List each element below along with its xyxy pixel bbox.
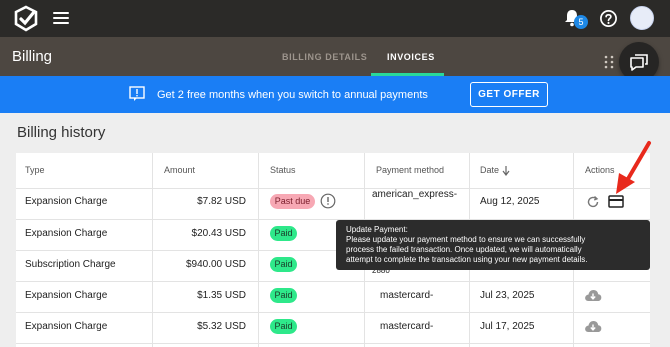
tooltip-line: attempt to complete the transaction usin… [346,255,588,264]
row-2-type: Expansion Charge [25,228,108,239]
download-icon[interactable] [584,320,602,333]
column-header-actions: Actions [585,165,615,175]
row-5-payment-method: mastercard- [380,321,434,332]
row-4-amount: $1.35 USD [197,290,246,301]
row-5-date: Jul 17, 2025 [480,321,535,332]
row-1-type: Expansion Charge [25,196,108,207]
status-badge-paid: Paid [270,288,297,303]
column-header-date[interactable]: Date [480,153,499,188]
get-offer-button[interactable]: GET OFFER [470,82,548,107]
column-header-status[interactable]: Status [270,153,296,188]
status-badge-past-due: Past due [270,194,315,209]
promo-text: Get 2 free months when you switch to ann… [157,89,428,101]
help-circle-icon[interactable] [599,9,618,28]
red-arrow-annotation [616,141,651,194]
row-5-amount: $5.32 USD [197,321,246,332]
row-3-type: Subscription Charge [25,259,116,270]
grid-dots-icon[interactable] [604,55,614,69]
status-badge-paid: Paid [270,226,297,241]
tooltip-title: Update Payment: [346,225,408,234]
row-4-payment-method: mastercard- [380,290,434,301]
status-badge-paid: Paid [270,319,297,334]
top-bar: 5 [0,0,670,37]
row-1-amount: $7.82 USD [197,196,246,207]
status-badge-paid: Paid [270,257,297,272]
row-5-type: Expansion Charge [25,321,108,332]
credit-card-icon[interactable] [608,195,624,208]
warning-circle-icon[interactable] [320,193,336,209]
tooltip-line: Please update your payment method to ens… [346,235,586,244]
billing-header: Billing BILLING DETAILS INVOICES [0,37,670,76]
tab-billing-details[interactable]: BILLING DETAILS [282,52,367,62]
hamburger-icon[interactable] [53,12,69,25]
chat-icon [630,54,648,71]
column-header-type[interactable]: Type [25,153,45,188]
row-1-date: Aug 12, 2025 [480,196,540,207]
page-title: Billing [12,48,53,65]
row-4-type: Expansion Charge [25,290,108,301]
checkmark-logo-icon[interactable] [12,5,40,33]
row-3-amount: $940.00 USD [185,259,246,270]
section-title: Billing history [17,124,106,141]
tooltip-line: process the failed transaction. Once upd… [346,245,582,254]
column-header-amount[interactable]: Amount [164,153,195,188]
sort-down-arrow-icon[interactable] [502,166,510,176]
retry-icon[interactable] [586,195,600,209]
column-header-payment-method[interactable]: Payment method [376,153,444,188]
user-avatar[interactable] [630,6,654,30]
row-2-amount: $20.43 USD [191,228,246,239]
announcement-icon [129,86,145,101]
promo-banner: Get 2 free months when you switch to ann… [0,76,670,113]
tab-invoices[interactable]: INVOICES [387,52,435,62]
update-payment-tooltip: Update Payment: Please update your payme… [336,220,650,270]
download-icon[interactable] [584,289,602,302]
row-1-payment-method: american_express- [372,189,458,200]
notification-count-badge: 5 [574,15,588,29]
row-4-date: Jul 23, 2025 [480,290,535,301]
